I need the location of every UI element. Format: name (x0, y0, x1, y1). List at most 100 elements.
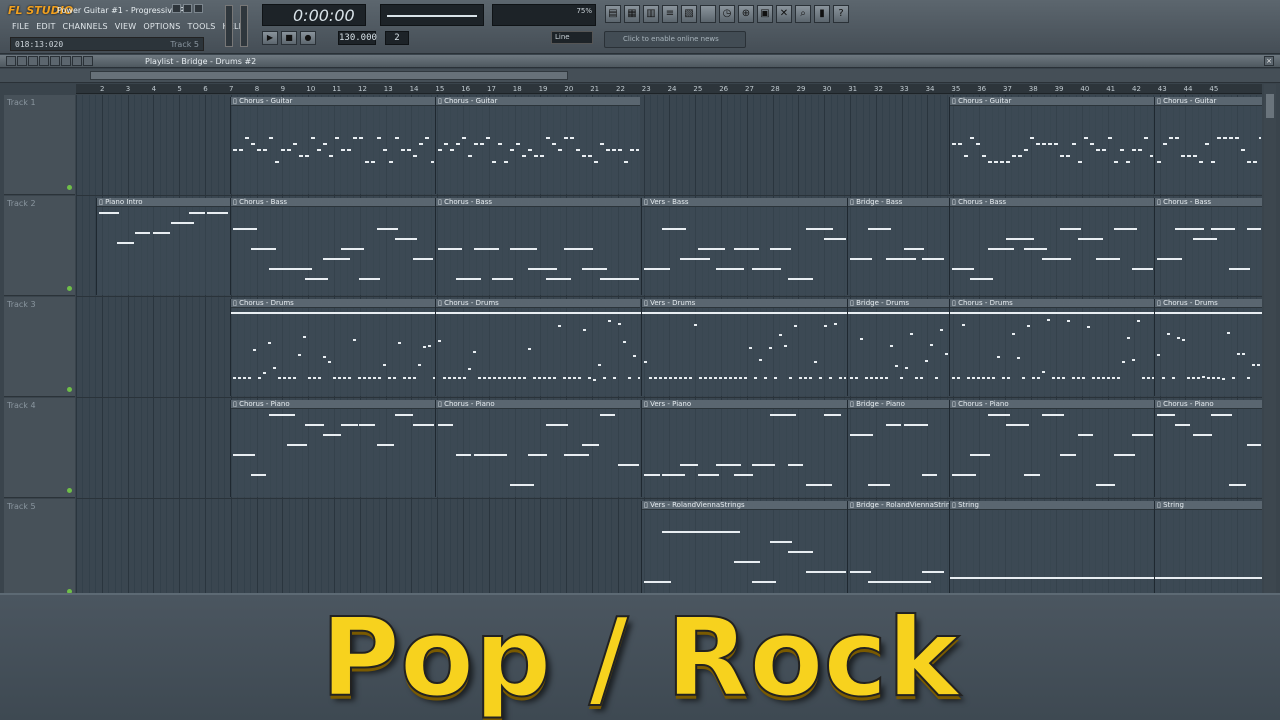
menu-view[interactable]: VIEW (115, 22, 137, 31)
track-header[interactable]: Track 5 (4, 499, 75, 599)
clip-header[interactable]: ▯ Chorus - Guitar (436, 97, 640, 106)
track-header[interactable]: Track 1 (4, 95, 75, 195)
track-enabled-led[interactable] (67, 387, 72, 392)
pattern-clip[interactable]: ▯ Chorus - Guitar (230, 97, 435, 194)
track-enabled-led[interactable] (67, 286, 72, 291)
clip-header[interactable]: ▯ Chorus - Drums (1155, 299, 1262, 308)
track-header[interactable]: Track 4 (4, 398, 75, 498)
blank-icon[interactable] (700, 5, 716, 23)
clip-header[interactable]: ▯ String (950, 501, 1154, 510)
clip-header[interactable]: ▯ Vers - Piano (642, 400, 847, 409)
pattern-clip[interactable]: ▯ Bridge - RolandViennaStrings (847, 501, 958, 595)
delete-tool-icon[interactable] (28, 56, 38, 66)
pattern-clip[interactable]: ▯ Chorus - Bass (1154, 198, 1262, 295)
record-button[interactable]: ● (300, 31, 316, 45)
maximize-button[interactable] (183, 4, 192, 13)
select-tool-icon[interactable] (61, 56, 71, 66)
pattern-clip[interactable]: ▯ Chorus - Guitar (949, 97, 1154, 194)
snap-selector[interactable]: Line (551, 31, 593, 44)
horizontal-scrollbar[interactable] (0, 69, 1280, 83)
playlist-icon[interactable]: ▤ (605, 5, 621, 23)
minimize-button[interactable] (172, 4, 181, 13)
clip-header[interactable]: ▯ Vers - Drums (642, 299, 847, 308)
menu-channels[interactable]: CHANNELS (63, 22, 108, 31)
pattern-clip[interactable]: ▯ Vers - Piano (641, 400, 847, 497)
help-icon[interactable]: ? (833, 5, 849, 23)
menu-edit[interactable]: EDIT (36, 22, 55, 31)
clip-header[interactable]: ▯ Chorus - Drums (436, 299, 640, 308)
clip-header[interactable]: ▯ Bridge - Bass (848, 198, 949, 207)
clip-header[interactable]: ▯ Bridge - RolandViennaStrings (848, 501, 958, 510)
pattern-clip[interactable]: ▯ Piano Intro (96, 198, 230, 295)
pattern-clip[interactable]: ▯ String (949, 501, 1155, 595)
vertical-scrollbar[interactable] (1264, 84, 1276, 594)
track-enabled-led[interactable] (67, 185, 72, 190)
cpu-icon[interactable]: ◷ (719, 5, 735, 23)
close-button[interactable] (194, 4, 203, 13)
clip-header[interactable]: ▯ Chorus - Piano (436, 400, 640, 409)
pattern-clip[interactable]: ▯ Vers - RolandViennaStrings (641, 501, 847, 595)
playlist-close-icon[interactable]: × (1264, 56, 1274, 66)
master-volume-slider[interactable] (225, 5, 233, 47)
pattern-clip[interactable]: ▯ Chorus - Drums (949, 299, 1155, 396)
pattern-clip[interactable]: ▯ Vers - Drums (641, 299, 848, 396)
clip-header[interactable]: ▯ Chorus - Piano (950, 400, 1154, 409)
track-enabled-led[interactable] (67, 488, 72, 493)
clip-header[interactable]: ▯ Bridge - Drums (848, 299, 949, 308)
play-button[interactable]: ▶ (262, 31, 278, 45)
clip-header[interactable]: ▯ Vers - Bass (642, 198, 847, 207)
clip-header[interactable]: ▯ Chorus - Bass (1155, 198, 1262, 207)
mute-tool-icon[interactable] (39, 56, 49, 66)
pattern-clip[interactable]: ▯ Chorus - Piano (230, 400, 435, 497)
menu-tools[interactable]: TOOLS (188, 22, 216, 31)
pattern-clip[interactable]: ▯ Chorus - Bass (949, 198, 1154, 295)
track-header[interactable]: Track 2 (4, 196, 75, 296)
plugin-picker-icon[interactable]: ⊕ (738, 5, 754, 23)
clip-header[interactable]: ▯ Chorus - Guitar (950, 97, 1154, 106)
menu-options[interactable]: OPTIONS (143, 22, 180, 31)
clip-header[interactable]: ▯ Chorus - Piano (231, 400, 435, 409)
tools-icon[interactable]: ✕ (776, 5, 792, 23)
draw-tool-icon[interactable] (6, 56, 16, 66)
timeline-ruler[interactable]: 2 3 4 5 6 7 8 9 10 11 12 13 14 15 16 17 18 19 20 21 22 23 24 25… (76, 84, 1262, 94)
save-icon[interactable]: ▣ (757, 5, 773, 23)
clip-header[interactable]: ▯ Chorus - Drums (950, 299, 1154, 308)
paint-tool-icon[interactable] (17, 56, 27, 66)
clip-header[interactable]: ▯ Chorus - Guitar (1155, 97, 1262, 106)
pattern-clip[interactable]: ▯ Chorus - Drums (230, 299, 436, 396)
clip-header[interactable]: ▯ Vers - RolandViennaStrings (642, 501, 847, 510)
search-icon[interactable]: ⌕ (795, 5, 811, 23)
menu-file[interactable]: FILE (12, 22, 29, 31)
pattern-clip[interactable]: ▯ Chorus - Piano (949, 400, 1154, 497)
browser-icon[interactable]: ≡ (662, 5, 678, 23)
pattern-clip[interactable]: ▯ Chorus - Piano (435, 400, 640, 497)
clip-header[interactable]: ▯ Bridge - Piano (848, 400, 949, 409)
pattern-selector[interactable]: 2 (385, 31, 409, 45)
pattern-clip[interactable]: ▯ Bridge - Drums (847, 299, 950, 396)
tempo-display[interactable]: 130.000 (338, 31, 377, 45)
pattern-clip[interactable]: ▯ Vers - Bass (641, 198, 847, 295)
mixer-icon[interactable]: ▧ (681, 5, 697, 23)
pattern-clip[interactable]: ▯ Bridge - Bass (847, 198, 949, 295)
pattern-clip[interactable]: ▯ String (1154, 501, 1262, 595)
master-pitch-slider[interactable] (240, 5, 248, 47)
clip-header[interactable]: ▯ Chorus - Bass (950, 198, 1154, 207)
scroll-thumb[interactable] (90, 71, 568, 80)
pattern-clip[interactable]: ▯ Chorus - Bass (435, 198, 640, 295)
pattern-clip[interactable]: ▯ Chorus - Drums (435, 299, 641, 396)
clip-header[interactable]: ▯ Chorus - Piano (1155, 400, 1262, 409)
playlist-grid[interactable]: ▯ Chorus - Guitar ▯ Chorus - Guitar ▯ Chor… (76, 95, 1262, 595)
piano-roll-icon[interactable]: ▥ (643, 5, 659, 23)
online-news-panel[interactable]: Click to enable online news (604, 31, 746, 48)
pattern-clip[interactable]: ▯ Chorus - Guitar (435, 97, 640, 194)
zoom-tool-icon[interactable] (72, 56, 82, 66)
clip-header[interactable]: ▯ Chorus - Bass (436, 198, 640, 207)
track-header[interactable]: Track 3 (4, 297, 75, 397)
pattern-clip[interactable]: ▯ Chorus - Guitar (1154, 97, 1262, 194)
pattern-clip[interactable]: ▯ Chorus - Drums (1154, 299, 1262, 396)
pattern-clip[interactable]: ▯ Chorus - Piano (1154, 400, 1262, 497)
stop-button[interactable]: ■ (281, 31, 297, 45)
clip-header[interactable]: ▯ Piano Intro (97, 198, 230, 207)
step-sequencer-icon[interactable]: ▦ (624, 5, 640, 23)
clip-header[interactable]: ▯ String (1155, 501, 1262, 510)
